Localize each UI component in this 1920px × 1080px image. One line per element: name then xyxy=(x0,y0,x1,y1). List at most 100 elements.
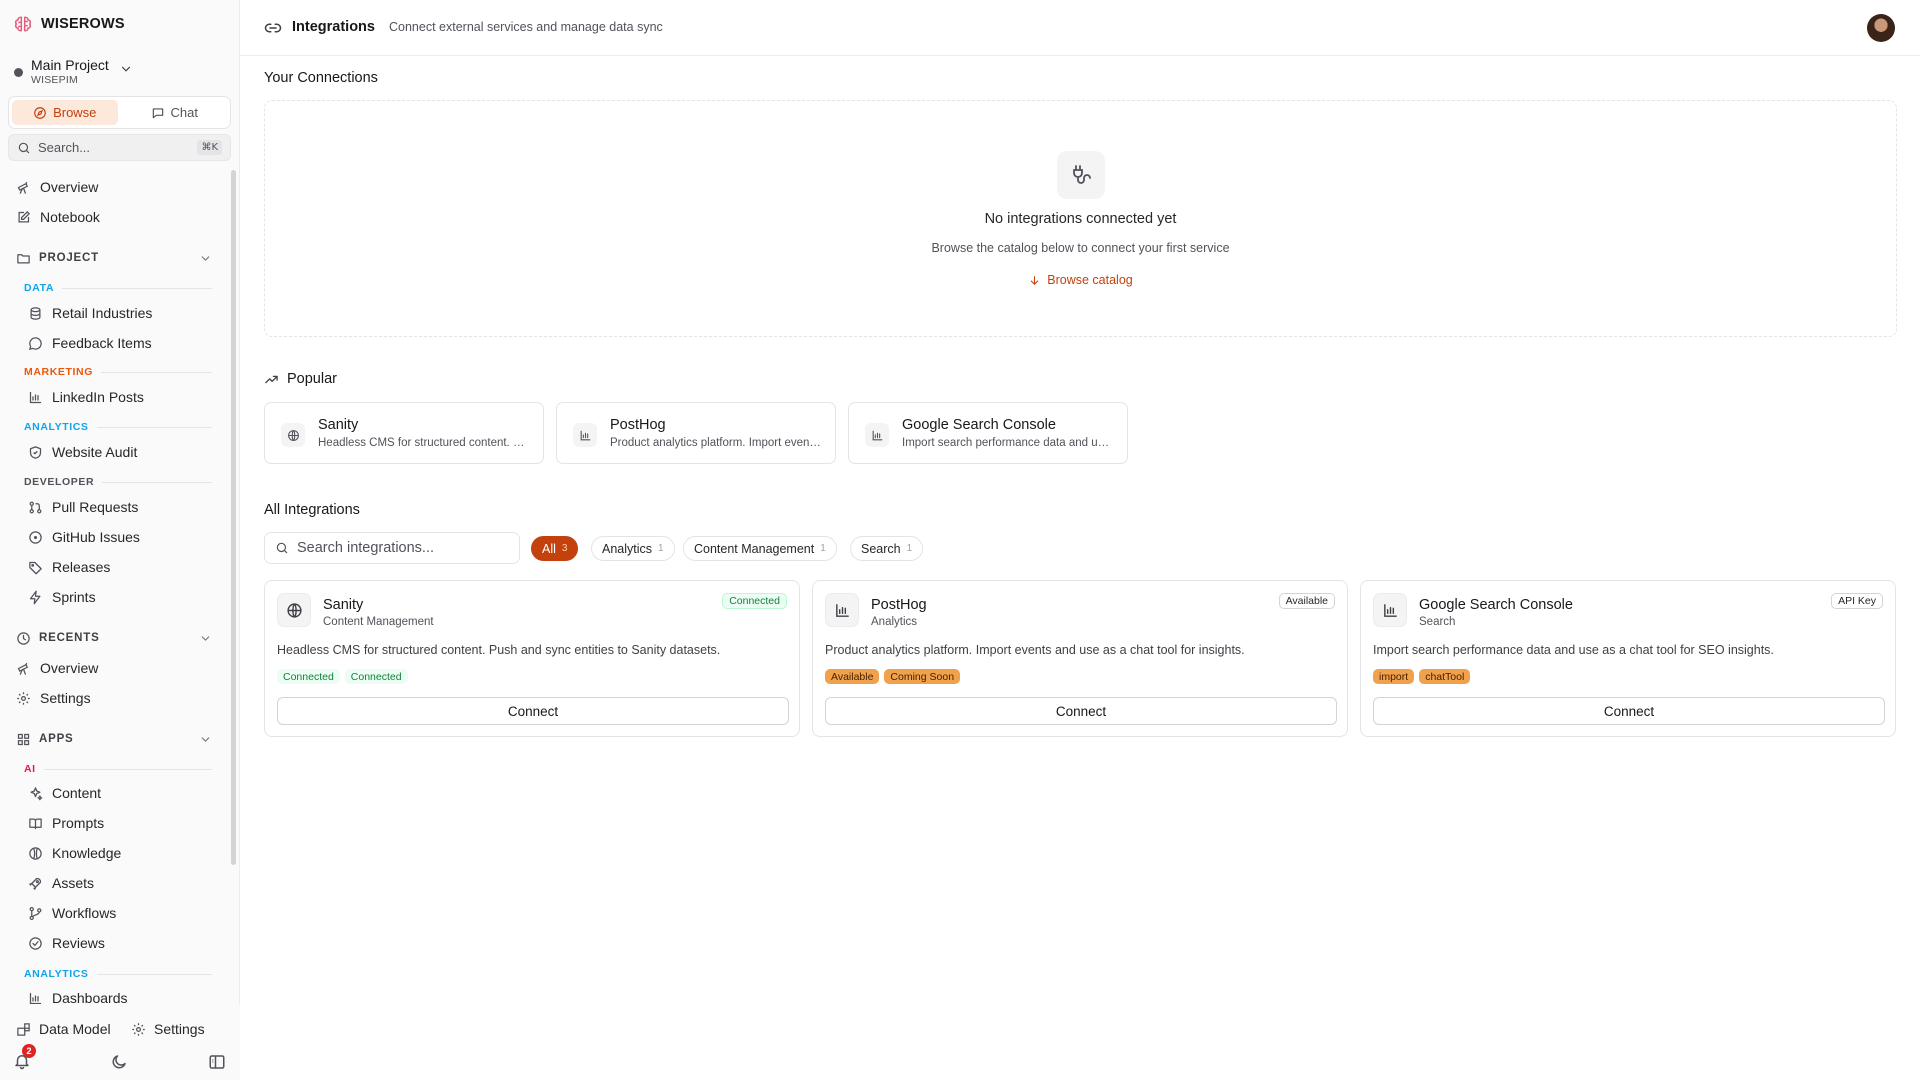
nav-item-workflows[interactable]: Workflows xyxy=(28,902,116,924)
group-label-analytics-apps: ANALYTICS xyxy=(24,968,212,980)
filter-label: All xyxy=(542,541,556,556)
browse-catalog-label: Browse catalog xyxy=(1047,273,1133,287)
group-label-data: DATA xyxy=(24,282,212,294)
nav-item-github-issues[interactable]: GitHub Issues xyxy=(28,526,140,548)
nav-item-content[interactable]: Content xyxy=(28,782,101,804)
section-project[interactable]: PROJECT xyxy=(16,248,212,268)
integration-card-sanity: Sanity Content Management Connected Head… xyxy=(264,580,800,737)
group-label-marketing: MARKETING xyxy=(24,366,212,378)
filter-chip-analytics[interactable]: Analytics 1 xyxy=(591,536,675,561)
tag: import xyxy=(1373,669,1415,684)
nav-item-recent-overview[interactable]: Overview xyxy=(16,657,98,679)
blocks-icon xyxy=(17,1022,30,1036)
nav-item-prompts[interactable]: Prompts xyxy=(28,812,104,834)
nav-item-notebook[interactable]: Notebook xyxy=(16,206,100,228)
nav-item-website-audit[interactable]: Website Audit xyxy=(28,441,137,463)
bar-chart-icon xyxy=(29,391,42,403)
page-subtitle: Connect external services and manage dat… xyxy=(389,20,663,34)
integration-name: Sanity xyxy=(323,597,364,613)
bar-chart-icon xyxy=(29,992,42,1004)
nav-item-sprints[interactable]: Sprints xyxy=(28,586,96,608)
integration-category: Analytics xyxy=(871,616,918,628)
bar-chart-icon xyxy=(825,593,859,627)
filter-count: 1 xyxy=(906,543,913,554)
brand[interactable]: WISEROWS xyxy=(13,14,125,34)
nav-item-retail-industries[interactable]: Retail Industries xyxy=(28,302,152,324)
grid-icon xyxy=(17,733,30,745)
integration-tags: Connected Connected xyxy=(277,669,408,684)
chevron-down-icon xyxy=(121,66,130,72)
user-avatar[interactable] xyxy=(1867,14,1895,42)
nav-item-overview[interactable]: Overview xyxy=(16,176,98,198)
settings-label: Settings xyxy=(154,1021,205,1037)
settings-link[interactable]: Settings xyxy=(131,1019,205,1039)
chat-mode-button[interactable]: Chat xyxy=(122,100,228,125)
connect-button[interactable]: Connect xyxy=(825,697,1337,725)
section-apps[interactable]: APPS xyxy=(16,729,212,749)
filter-chip-all[interactable]: All 3 xyxy=(531,536,579,561)
integration-name: PostHog xyxy=(871,597,927,613)
filter-count: 3 xyxy=(561,543,568,554)
connect-button[interactable]: Connect xyxy=(277,697,789,725)
popular-card-google-search-console[interactable]: Google Search Console Import search perf… xyxy=(848,402,1128,464)
nav-item-releases[interactable]: Releases xyxy=(28,556,110,578)
section-project-label: PROJECT xyxy=(39,252,99,264)
project-switcher[interactable]: Main Project WISEPIM xyxy=(14,56,214,88)
popular-heading: Popular xyxy=(264,371,337,387)
sidebar-collapse-icon[interactable] xyxy=(208,1053,226,1071)
popular-card-sanity[interactable]: Sanity Headless CMS for structured conte… xyxy=(264,402,544,464)
nav-releases-label: Releases xyxy=(52,559,111,575)
nav-item-linkedin-posts[interactable]: LinkedIn Posts xyxy=(28,386,144,408)
nav-notebook-label: Notebook xyxy=(40,209,100,225)
integration-card-google-search-console: Google Search Console Search API Key Imp… xyxy=(1360,580,1896,737)
browse-catalog-link[interactable]: Browse catalog xyxy=(265,273,1896,287)
tag: Available xyxy=(825,669,880,684)
project-status-dot xyxy=(14,67,23,77)
integration-tags: import chatTool xyxy=(1373,669,1471,684)
telescope-icon xyxy=(17,181,29,194)
data-model-link[interactable]: Data Model xyxy=(16,1019,111,1039)
browse-mode-button[interactable]: Browse xyxy=(12,100,118,125)
zap-icon xyxy=(29,590,41,604)
sidebar-scrollbar[interactable] xyxy=(231,170,236,865)
integrations-search-input[interactable] xyxy=(297,540,497,556)
sidebar-search[interactable]: Search... ⌘K xyxy=(8,134,231,161)
nav-item-recent-settings[interactable]: Settings xyxy=(16,687,91,709)
nav-item-dashboards[interactable]: Dashboards xyxy=(28,987,128,1004)
nav-item-assets[interactable]: Assets xyxy=(28,872,94,894)
nav-item-pull-requests[interactable]: Pull Requests xyxy=(28,496,138,518)
connect-button[interactable]: Connect xyxy=(1373,697,1885,725)
moon-icon[interactable] xyxy=(110,1053,128,1071)
status-badge: Connected xyxy=(722,593,787,609)
nav-reviews-label: Reviews xyxy=(52,935,105,951)
popular-card-desc: Import search performance data and use a… xyxy=(902,437,1114,449)
section-recents[interactable]: RECENTS xyxy=(16,628,212,648)
integration-description: Headless CMS for structured content. Pus… xyxy=(277,643,721,657)
integration-description: Import search performance data and use a… xyxy=(1373,643,1774,657)
group-label-ai: AI xyxy=(24,763,212,775)
popular-card-name: Sanity xyxy=(318,417,359,433)
group-analytics-text: ANALYTICS xyxy=(24,421,89,433)
filter-chip-content-management[interactable]: Content Management 1 xyxy=(683,536,837,561)
popular-card-posthog[interactable]: PostHog Product analytics platform. Impo… xyxy=(556,402,836,464)
nav-linkedin-posts-label: LinkedIn Posts xyxy=(52,389,144,405)
tag: Coming Soon xyxy=(884,669,961,684)
connections-empty-state: No integrations connected yet Browse the… xyxy=(264,100,1897,337)
link-icon xyxy=(264,23,282,33)
filter-chip-search[interactable]: Search 1 xyxy=(850,536,924,561)
filter-label: Search xyxy=(861,541,901,556)
clock-icon xyxy=(17,631,30,645)
group-developer-text: DEVELOPER xyxy=(24,476,95,488)
integration-category: Content Management xyxy=(323,616,434,628)
compass-icon xyxy=(34,106,46,119)
popular-card-name: PostHog xyxy=(610,417,666,433)
chat-bubble-icon xyxy=(152,107,163,118)
circle-dot-icon xyxy=(29,530,42,544)
nav-item-feedback-items[interactable]: Feedback Items xyxy=(28,332,152,354)
nav-item-reviews[interactable]: Reviews xyxy=(28,932,105,954)
message-circle-icon xyxy=(28,336,42,350)
integration-tags: Available Coming Soon xyxy=(825,669,961,684)
nav-item-knowledge[interactable]: Knowledge xyxy=(28,842,121,864)
integration-card-posthog: PostHog Analytics Available Product anal… xyxy=(812,580,1348,737)
section-recents-label: RECENTS xyxy=(39,632,100,644)
